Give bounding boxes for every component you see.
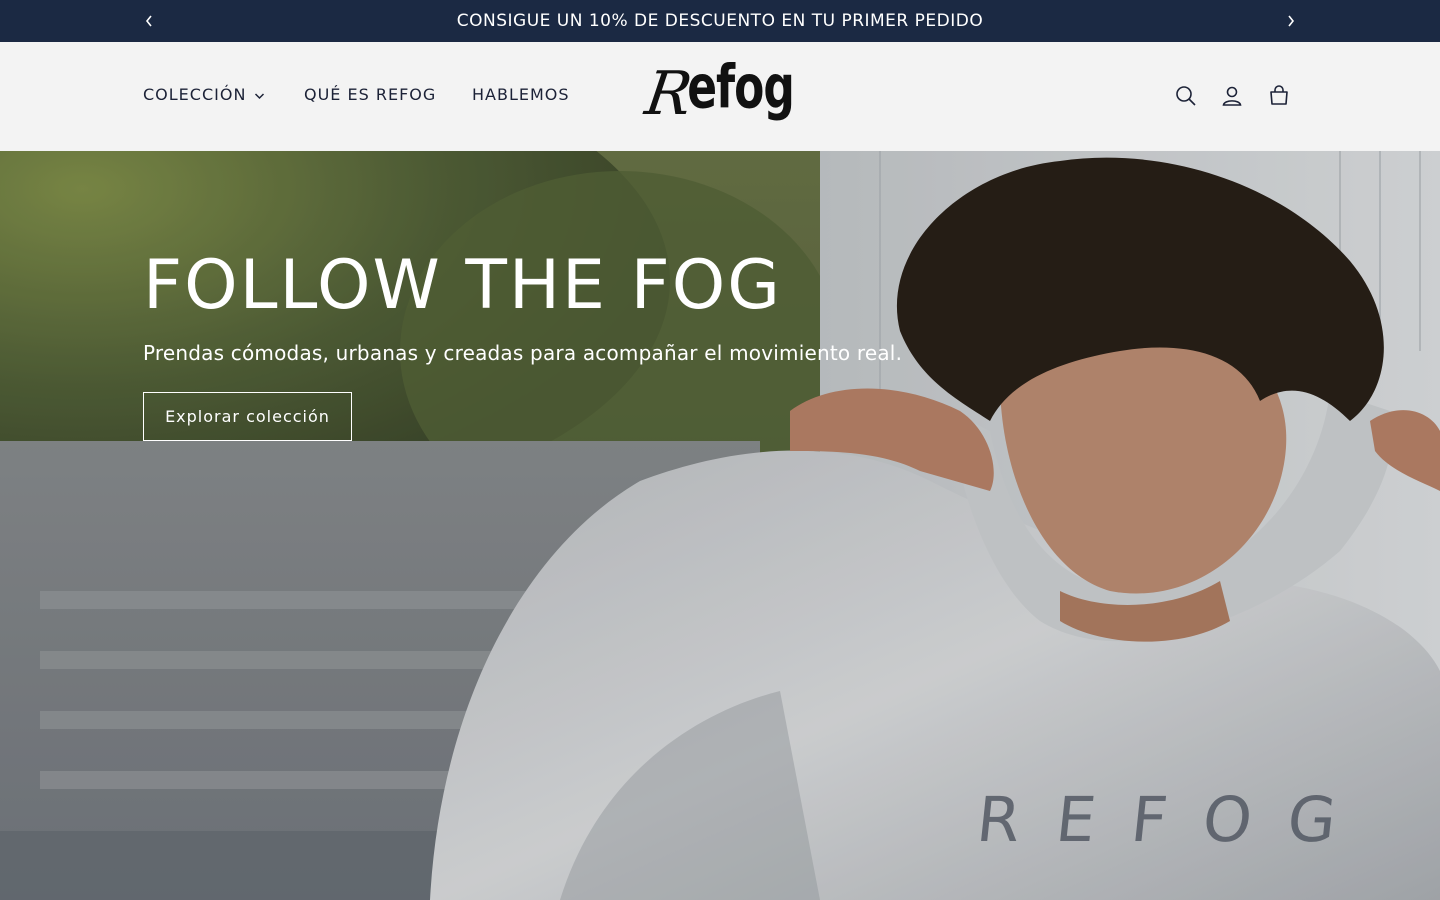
chevron-right-icon [1288, 15, 1295, 27]
search-button[interactable] [1174, 84, 1198, 108]
cart-icon [1270, 85, 1288, 105]
nav-item-coleccion[interactable]: COLECCIÓN [143, 85, 265, 104]
site-header: COLECCIÓN QUÉ ES REFOG HABLEMOS R efog [0, 42, 1440, 151]
announcement-next-button[interactable] [1281, 11, 1301, 31]
logo-text: efog [687, 53, 795, 123]
account-button[interactable] [1220, 84, 1244, 108]
cart-button[interactable] [1267, 84, 1291, 108]
announcement-bar: CONSIGUE UN 10% DE DESCUENTO EN TU PRIME… [0, 0, 1440, 42]
account-icon [1222, 86, 1242, 106]
nav-item-label: HABLEMOS [472, 85, 570, 104]
explore-collection-button[interactable]: Explorar colección [143, 392, 352, 441]
logo[interactable]: R efog [641, 53, 795, 131]
nav-item-label: COLECCIÓN [143, 85, 247, 104]
search-icon [1176, 86, 1196, 106]
hero-subtitle: Prendas cómodas, urbanas y creadas para … [143, 341, 903, 365]
announcement-message: CONSIGUE UN 10% DE DESCUENTO EN TU PRIME… [456, 11, 984, 31]
hero-title: FOLLOW THE FOG [143, 246, 782, 325]
chevron-down-icon [254, 92, 265, 100]
nav-item-hablemos[interactable]: HABLEMOS [472, 85, 570, 104]
nav-item-que-es-refog[interactable]: QUÉ ES REFOG [304, 85, 436, 104]
nav-item-label: QUÉ ES REFOG [304, 85, 437, 104]
hero-banner: REFOG FOLLOW THE FOG Prendas cómodas, ur… [0, 151, 1440, 900]
